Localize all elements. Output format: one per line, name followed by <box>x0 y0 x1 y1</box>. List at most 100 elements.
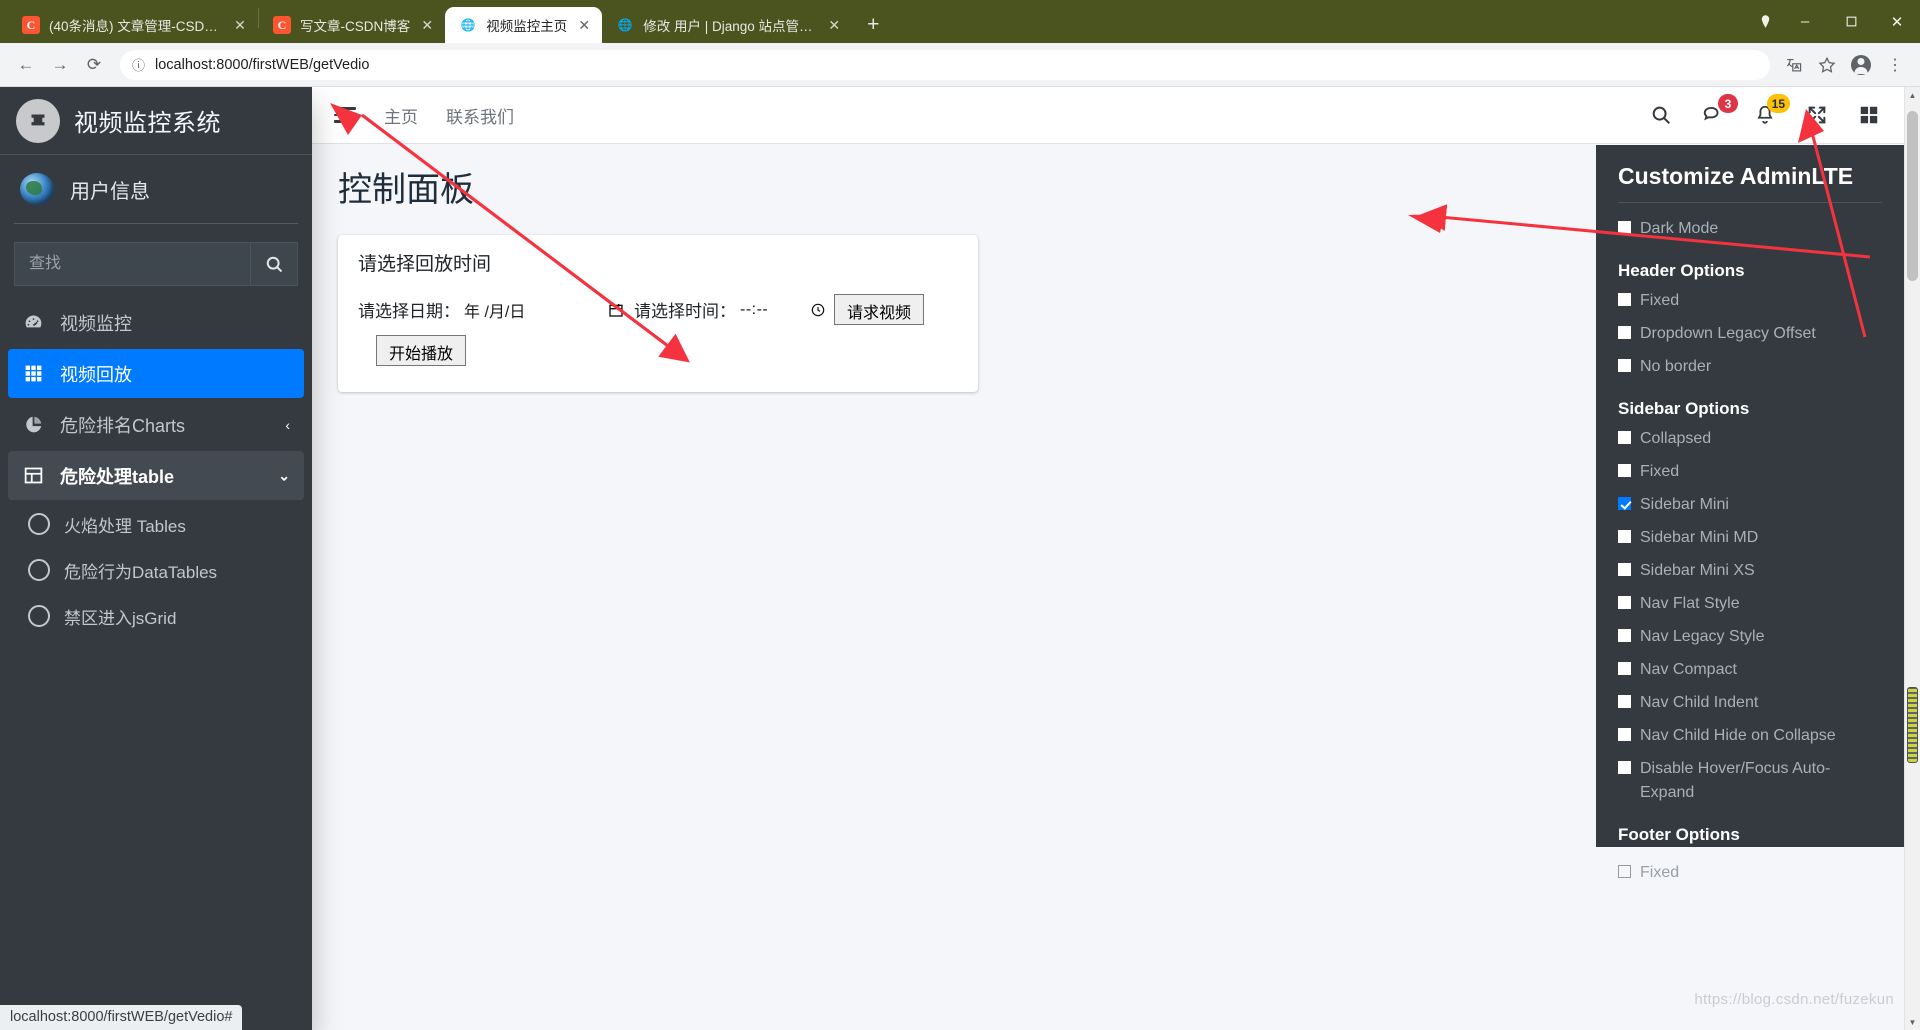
checkbox-icon[interactable] <box>1618 431 1631 444</box>
checkbox-icon[interactable] <box>1618 629 1631 642</box>
circle-icon <box>28 513 50 535</box>
option-no-border[interactable]: No border <box>1618 355 1882 379</box>
option-sidebar-fixed[interactable]: Fixed <box>1618 460 1882 484</box>
option-label: Nav Compact <box>1640 661 1737 678</box>
scroll-up-arrow-icon[interactable]: ▲ <box>1905 87 1920 103</box>
scroll-down-arrow-icon[interactable]: ▼ <box>1905 1014 1920 1030</box>
checkbox-icon-checked[interactable] <box>1618 497 1631 510</box>
option-nav-child-hide-on-collapse[interactable]: Nav Child Hide on Collapse <box>1618 724 1882 748</box>
browser-tab-4[interactable]: 🌐 修改 用户 | Django 站点管理员 ✕ <box>602 7 852 43</box>
sidebar-item-video-monitor[interactable]: 视频监控 <box>8 298 304 347</box>
back-button[interactable]: ← <box>10 49 42 81</box>
checkbox-icon[interactable] <box>1618 695 1631 708</box>
browser-profile-icon[interactable] <box>1748 7 1782 37</box>
app-sidebar: 视频监控系统 用户信息 视 <box>0 87 312 1030</box>
bookmark-star-icon[interactable] <box>1812 50 1842 80</box>
option-header-fixed[interactable]: Fixed <box>1618 289 1882 313</box>
user-globe-icon <box>20 173 54 205</box>
sidebar-item-danger-table[interactable]: 危险处理table ⌄ <box>8 451 304 500</box>
option-dropdown-legacy-offset[interactable]: Dropdown Legacy Offset <box>1618 322 1882 346</box>
scrollbar-thumb-secondary[interactable] <box>1907 687 1918 763</box>
search-icon[interactable] <box>1650 104 1672 126</box>
option-label: Dark Mode <box>1640 220 1719 237</box>
hamburger-icon[interactable] <box>334 103 356 127</box>
page-scrollbar[interactable]: ▲ ▼ <box>1904 87 1920 1030</box>
kebab-menu-icon[interactable]: ⋮ <box>1880 50 1910 80</box>
option-sidebar-mini-xs[interactable]: Sidebar Mini XS <box>1618 559 1882 583</box>
profile-avatar-icon[interactable] <box>1846 50 1876 80</box>
time-label: 请选择时间： <box>634 302 736 321</box>
option-label: Fixed <box>1640 292 1680 309</box>
sidebar-user-panel[interactable]: 用户信息 <box>0 155 312 223</box>
calendar-icon[interactable] <box>608 302 624 318</box>
checkbox-icon[interactable] <box>1618 293 1631 306</box>
notifications-icon[interactable]: 15 <box>1754 94 1790 126</box>
sidebar-subitem-restricted-jsgrid[interactable]: 禁区进入jsGrid <box>8 594 304 638</box>
search-submit-button[interactable] <box>250 242 298 286</box>
request-video-button[interactable]: 请求视频 <box>834 294 925 325</box>
time-input[interactable]: --:-- <box>740 301 826 319</box>
checkbox-icon[interactable] <box>1618 761 1631 774</box>
checkbox-icon[interactable] <box>1618 464 1631 477</box>
window-minimize-button[interactable]: – <box>1782 0 1828 43</box>
csdn-icon: C <box>22 16 40 34</box>
forward-button[interactable]: → <box>44 49 76 81</box>
tab-close-icon[interactable]: ✕ <box>232 18 248 32</box>
tab-close-icon[interactable]: ✕ <box>419 18 435 32</box>
tab-close-icon[interactable]: ✕ <box>576 18 592 32</box>
messages-badge: 3 <box>1718 94 1738 113</box>
checkbox-icon[interactable] <box>1618 596 1631 609</box>
brand-link[interactable]: 视频监控系统 <box>0 87 312 155</box>
checkbox-icon[interactable] <box>1618 326 1631 339</box>
sidebar-subitem-fire-tables[interactable]: 火焰处理 Tables <box>8 502 304 546</box>
checkbox-icon[interactable] <box>1618 563 1631 576</box>
sidebar-subitem-danger-datatables[interactable]: 危险行为DataTables <box>8 548 304 592</box>
navbar-link-home[interactable]: 主页 <box>384 103 418 128</box>
tab-close-icon[interactable]: ✕ <box>826 18 842 32</box>
navbar-link-contact[interactable]: 联系我们 <box>446 103 514 128</box>
messages-icon[interactable]: 3 <box>1702 94 1738 126</box>
chevron-left-icon: ‹ <box>285 416 290 433</box>
group-title-sidebar-options: Sidebar Options <box>1618 399 1750 418</box>
checkbox-icon[interactable] <box>1618 662 1631 675</box>
control-sidebar-icon[interactable] <box>1858 104 1880 126</box>
checkbox-icon[interactable] <box>1618 728 1631 741</box>
date-input[interactable]: 年 /月/日 <box>464 298 624 322</box>
option-dark-mode[interactable]: Dark Mode <box>1618 217 1882 241</box>
checkbox-icon[interactable] <box>1618 221 1631 234</box>
browser-tab-3-active[interactable]: 🌐 视频监控主页 ✕ <box>445 7 603 43</box>
browser-tab-1[interactable]: C (40条消息) 文章管理-CSDN博客 ✕ <box>8 7 258 43</box>
option-nav-child-indent[interactable]: Nav Child Indent <box>1618 691 1882 715</box>
fullscreen-icon[interactable] <box>1806 104 1828 126</box>
sidebar-item-video-playback[interactable]: 视频回放 <box>8 349 304 398</box>
sidebar-subitem-label: 火焰处理 Tables <box>64 516 186 536</box>
option-sidebar-mini[interactable]: Sidebar Mini <box>1618 493 1882 517</box>
option-nav-compact[interactable]: Nav Compact <box>1618 658 1882 682</box>
start-playback-button[interactable]: 开始播放 <box>376 335 467 366</box>
scrollbar-thumb[interactable] <box>1907 111 1918 281</box>
checkbox-icon[interactable] <box>1618 530 1631 543</box>
option-footer-fixed[interactable]: Fixed <box>1618 861 1882 885</box>
new-tab-button[interactable]: + <box>858 10 888 40</box>
option-label: Collapsed <box>1640 430 1712 447</box>
address-bar[interactable]: ⓘ localhost:8000/firstWEB/getVedio <box>120 49 1770 80</box>
window-close-button[interactable]: ✕ <box>1874 0 1920 43</box>
sidebar-user-label: 用户信息 <box>70 180 150 203</box>
reload-button[interactable]: ⟳ <box>78 49 110 81</box>
search-input[interactable] <box>14 242 250 286</box>
translate-icon[interactable] <box>1778 50 1808 80</box>
option-nav-flat-style[interactable]: Nav Flat Style <box>1618 592 1882 616</box>
option-sidebar-collapsed[interactable]: Collapsed <box>1618 427 1882 451</box>
option-sidebar-mini-md[interactable]: Sidebar Mini MD <box>1618 526 1882 550</box>
window-maximize-button[interactable] <box>1828 0 1874 43</box>
checkbox-icon[interactable] <box>1618 865 1631 878</box>
browser-tab-2[interactable]: C 写文章-CSDN博客 ✕ <box>259 7 445 43</box>
sidebar-item-danger-charts[interactable]: 危险排名Charts ‹ <box>8 400 304 449</box>
browser-tabstrip: C (40条消息) 文章管理-CSDN博客 ✕ C 写文章-CSDN博客 ✕ 🌐… <box>0 0 1920 43</box>
option-disable-hover-focus-auto-expand[interactable]: Disable Hover/Focus Auto-Expand <box>1618 757 1882 805</box>
sidebar-divider <box>14 223 298 224</box>
clock-icon[interactable] <box>810 302 826 318</box>
site-info-icon[interactable]: ⓘ <box>132 55 145 74</box>
checkbox-icon[interactable] <box>1618 359 1631 372</box>
option-nav-legacy-style[interactable]: Nav Legacy Style <box>1618 625 1882 649</box>
